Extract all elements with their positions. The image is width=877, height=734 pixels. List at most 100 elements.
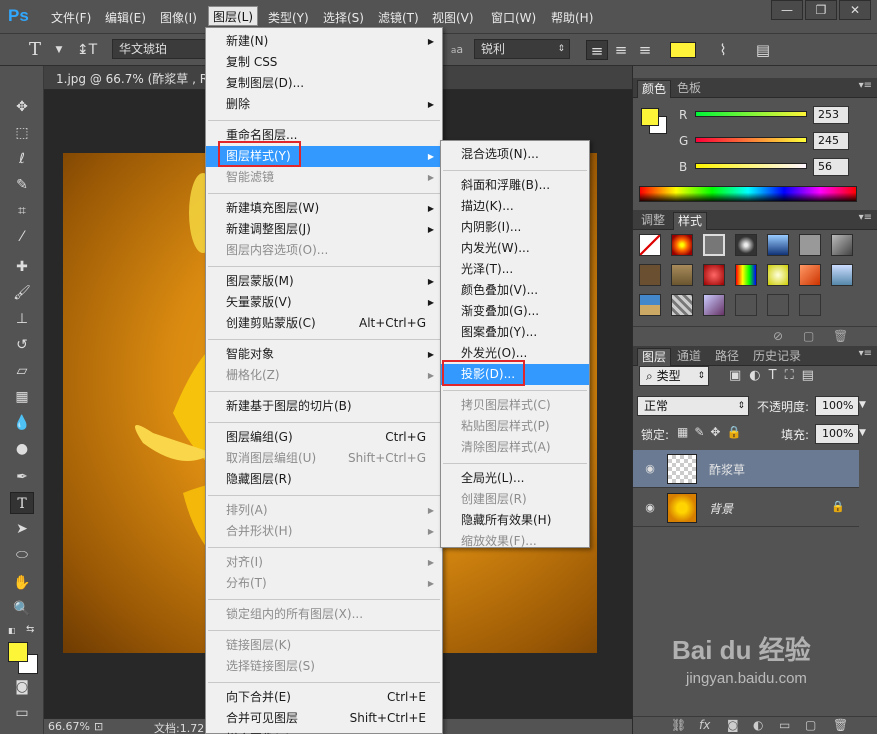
layer-row-background[interactable]: ◉ 背景 🔒 <box>633 489 859 527</box>
mask-icon[interactable]: ◙ <box>727 718 739 732</box>
tab-paths[interactable]: 路径 <box>711 348 743 366</box>
trash-icon[interactable]: 🗑 <box>833 718 848 732</box>
font-family-field[interactable]: 华文琥珀 <box>112 39 208 59</box>
warp-text-icon[interactable]: ⌇ <box>712 40 734 60</box>
lasso-tool-icon[interactable]: ℓ <box>10 148 34 170</box>
style-menu-item[interactable]: 混合选项(N)... <box>441 144 589 165</box>
lock-icons[interactable]: ▦✎✥🔒 <box>677 425 747 439</box>
gradient-tool-icon[interactable]: ▦ <box>10 386 34 408</box>
blue-track[interactable] <box>695 163 807 169</box>
close-button[interactable]: ✕ <box>839 0 871 20</box>
style-chrome[interactable] <box>831 234 853 256</box>
layer-menu-item[interactable]: 向下合并(E) Ctrl+E <box>206 687 442 708</box>
red-slider[interactable]: R 253 <box>673 106 877 128</box>
style-rainbow[interactable] <box>735 264 757 286</box>
style-menu-item[interactable]: 内发光(W)... <box>441 238 589 259</box>
eyedropper-tool-icon[interactable]: ⁄ <box>10 226 34 248</box>
layer-menu-item[interactable]: 智能对象 ▶ <box>206 344 442 365</box>
menu-file[interactable]: 文件(F) <box>51 8 91 28</box>
menu-layer[interactable]: 图层(L) <box>208 6 259 26</box>
green-track[interactable] <box>695 137 807 143</box>
layer-menu-item[interactable]: 删除 ▶ <box>206 94 442 115</box>
style-gold[interactable] <box>767 264 789 286</box>
style-none[interactable] <box>639 234 661 256</box>
path-select-tool-icon[interactable]: ➤ <box>10 518 34 540</box>
style-menu-item[interactable]: 全局光(L)... <box>441 468 589 489</box>
tab-history[interactable]: 历史记录 <box>749 348 805 366</box>
style-pattern[interactable] <box>671 294 693 316</box>
ellipse-tool-icon[interactable]: ⬭ <box>10 544 34 566</box>
style-menu-item[interactable]: 内阴影(I)... <box>441 217 589 238</box>
menu-image[interactable]: 图像(I) <box>160 8 197 28</box>
menu-window[interactable]: 窗口(W) <box>491 8 536 28</box>
style-glow[interactable] <box>671 234 693 256</box>
text-orientation-icon[interactable]: ↨T <box>76 40 98 60</box>
quick-select-tool-icon[interactable]: ✎ <box>10 174 34 196</box>
dodge-tool-icon[interactable]: ● <box>10 438 34 460</box>
layer-menu-item[interactable]: 合并可见图层 Shift+Ctrl+E <box>206 708 442 729</box>
style-blue-glass[interactable] <box>767 234 789 256</box>
default-colors-icon[interactable]: ◧ <box>8 626 18 636</box>
opacity-field[interactable]: 100% <box>815 396 859 416</box>
style-empty-1[interactable] <box>735 294 757 316</box>
minimize-button[interactable]: — <box>771 0 803 20</box>
tab-layers[interactable]: 图层 <box>637 348 672 366</box>
style-empty-2[interactable] <box>767 294 789 316</box>
layer-menu-item[interactable]: 矢量蒙版(V) ▶ <box>206 292 442 313</box>
healing-brush-tool-icon[interactable]: ✚ <box>10 256 34 278</box>
style-button[interactable] <box>735 234 757 256</box>
link-icon[interactable]: ⛓ <box>671 718 686 732</box>
text-color-swatch[interactable] <box>670 42 696 58</box>
color-spectrum[interactable] <box>639 186 857 202</box>
style-purple[interactable] <box>703 294 725 316</box>
blue-slider[interactable]: B 56 <box>673 158 877 180</box>
move-tool-icon[interactable]: ✥ <box>10 96 34 118</box>
chevron-down-icon[interactable]: ▼ <box>48 40 70 60</box>
fill-field[interactable]: 100% <box>815 424 859 444</box>
panel-menu-icon[interactable]: ▾≡ <box>859 348 872 359</box>
status-icon[interactable]: ⊡ <box>94 720 103 733</box>
clear-style-icon[interactable]: ⊘ <box>773 329 783 343</box>
panel-menu-icon[interactable]: ▾≡ <box>859 80 872 91</box>
crop-tool-icon[interactable]: ⌗ <box>10 200 34 222</box>
style-bevel[interactable] <box>703 234 725 256</box>
style-menu-item[interactable]: 光泽(T)... <box>441 259 589 280</box>
color-panel-foreground[interactable] <box>641 108 659 126</box>
red-track[interactable] <box>695 111 807 117</box>
folder-icon[interactable]: ▭ <box>779 718 790 732</box>
style-menu-item[interactable]: 隐藏所有效果(H) <box>441 510 589 531</box>
fx-icon[interactable]: fx <box>699 718 710 732</box>
menu-select[interactable]: 选择(S) <box>323 8 364 28</box>
blur-tool-icon[interactable]: 💧 <box>10 412 34 434</box>
chevron-down-icon[interactable]: ▼ <box>859 428 866 438</box>
style-menu-item[interactable]: 渐变叠加(G)... <box>441 301 589 322</box>
trash-icon[interactable]: 🗑 <box>833 329 848 343</box>
zoom-tool-icon[interactable]: 🔍 <box>10 598 34 620</box>
layer-menu-item[interactable]: 拼合图像(F) <box>206 729 442 734</box>
blend-mode-select[interactable]: 正常 ⇕ <box>637 396 749 416</box>
style-gray[interactable] <box>799 234 821 256</box>
layer-name[interactable]: 背景 <box>709 500 733 517</box>
green-slider[interactable]: G 245 <box>673 132 877 154</box>
layer-filter-select[interactable]: ⌕ 类型 ⇕ <box>639 366 709 386</box>
style-orange[interactable] <box>799 264 821 286</box>
menu-edit[interactable]: 编辑(E) <box>105 8 146 28</box>
chevron-down-icon[interactable]: ▼ <box>859 400 866 410</box>
menu-view[interactable]: 视图(V) <box>432 8 474 28</box>
foreground-color-swatch[interactable] <box>8 642 28 662</box>
character-panel-icon[interactable]: ▤ <box>752 40 774 60</box>
menu-help[interactable]: 帮助(H) <box>551 8 593 28</box>
layer-menu-item[interactable]: 复制 CSS <box>206 52 442 73</box>
layer-menu-item[interactable]: 创建剪贴蒙版(C) Alt+Ctrl+G <box>206 313 442 334</box>
tab-adjustments[interactable]: 调整 <box>637 212 669 230</box>
style-landscape[interactable] <box>639 294 661 316</box>
layer-filter-icons[interactable]: ▣◐T⛶▤ <box>729 368 822 383</box>
layer-menu-item[interactable]: 隐藏图层(R) <box>206 469 442 490</box>
layer-row-text[interactable]: ◉ 酢浆草 <box>633 450 859 488</box>
history-brush-tool-icon[interactable]: ↺ <box>10 334 34 356</box>
type-tool-icon[interactable]: T <box>10 492 34 514</box>
blue-value[interactable]: 56 <box>813 158 849 176</box>
type-tool-preset-icon[interactable]: T <box>24 40 46 60</box>
eye-icon[interactable]: ◉ <box>643 501 657 515</box>
new-layer-icon[interactable]: ▢ <box>805 718 816 732</box>
